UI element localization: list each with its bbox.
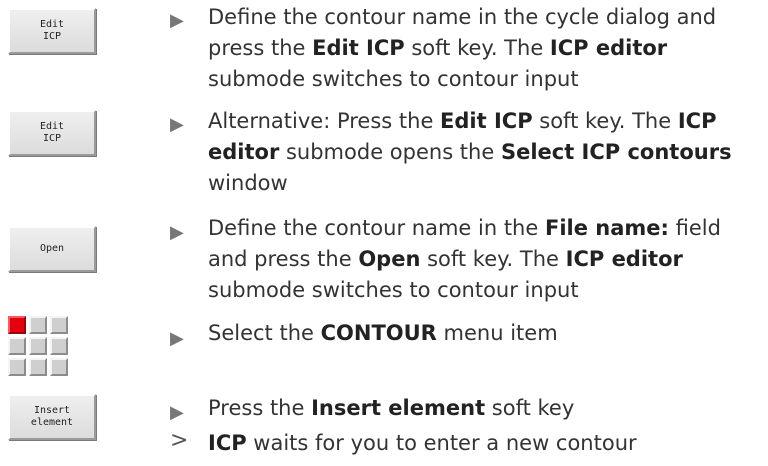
- softkey-label-line1: Open: [39, 243, 65, 254]
- step-text-part: submode switches to contour input: [208, 278, 579, 302]
- step-text-bold: CONTOUR: [320, 321, 437, 345]
- open-softkey[interactable]: Open: [8, 226, 96, 272]
- bullet-icon: ▶: [170, 222, 184, 243]
- result-text-bold: ICP: [208, 431, 247, 455]
- softkey-label-line2: ICP: [42, 133, 62, 144]
- step-text-bold: Insert element: [311, 396, 486, 420]
- step-text-part: Press the: [208, 396, 312, 420]
- step-4-text: Select the CONTOUR menu item: [208, 318, 763, 349]
- grid-cell-icon: [29, 337, 47, 355]
- result-text-part: waits for you to enter a new contour: [246, 431, 637, 455]
- step-text-part: window: [208, 171, 288, 195]
- insert-element-softkey[interactable]: Insert element: [8, 394, 96, 440]
- step-text-part: submode opens the: [279, 140, 501, 164]
- step-3-text: Define the contour name in the File name…: [208, 213, 763, 306]
- softkey-label-line1: Edit: [39, 19, 65, 30]
- step-text-part: soft key. The: [404, 36, 550, 60]
- step-text-part: soft key. The: [420, 247, 566, 271]
- step-text-part: Alternative: Press the: [208, 109, 441, 133]
- step-text-part: soft key: [485, 396, 575, 420]
- step-text-part: submode switches to contour input: [208, 67, 579, 91]
- bullet-icon: ▶: [170, 10, 184, 31]
- grid-cell-icon: [50, 337, 68, 355]
- step-text-part: menu item: [436, 321, 558, 345]
- step-5-text: Press the Insert element soft key: [208, 393, 763, 424]
- softkey-label-line1: Insert: [33, 405, 71, 416]
- bullet-icon: ▶: [170, 328, 184, 349]
- step-text-bold: ICP editor: [549, 36, 668, 60]
- result-arrow-icon: >: [170, 428, 189, 453]
- step-text-bold: Edit ICP: [312, 36, 405, 60]
- grid-cell-icon: [29, 358, 47, 376]
- step-text-bold: Edit ICP: [440, 109, 533, 133]
- edit-icp-softkey-alt[interactable]: Edit ICP: [8, 110, 96, 156]
- grid-cell-icon: [50, 316, 68, 334]
- softkey-label-line2: element: [30, 417, 74, 428]
- grid-cell-icon: [8, 316, 26, 334]
- grid-cell-icon: [8, 337, 26, 355]
- step-text-part: Define the contour name in the: [208, 216, 545, 240]
- step-text-bold: Select ICP contours: [500, 140, 732, 164]
- step-text-bold: Open: [358, 247, 421, 271]
- grid-cell-icon: [29, 316, 47, 334]
- step-1-text: Define the contour name in the cycle dia…: [208, 2, 763, 95]
- step-2-text: Alternative: Press the Edit ICP soft key…: [208, 106, 763, 199]
- step-text-bold: File name:: [544, 216, 669, 240]
- step-text-part: soft key. The: [532, 109, 678, 133]
- bullet-icon: ▶: [170, 114, 184, 135]
- edit-icp-softkey[interactable]: Edit ICP: [8, 8, 96, 54]
- step-text-part: Select the: [208, 321, 321, 345]
- contour-menu-grid-icon[interactable]: [8, 316, 68, 376]
- step-text-bold: ICP editor: [565, 247, 683, 271]
- result-text: ICP waits for you to enter a new contour: [208, 428, 763, 459]
- softkey-label-line2: ICP: [42, 31, 62, 42]
- grid-cell-icon: [50, 358, 68, 376]
- grid-cell-icon: [8, 358, 26, 376]
- softkey-label-line1: Edit: [39, 121, 65, 132]
- bullet-icon: ▶: [170, 402, 184, 423]
